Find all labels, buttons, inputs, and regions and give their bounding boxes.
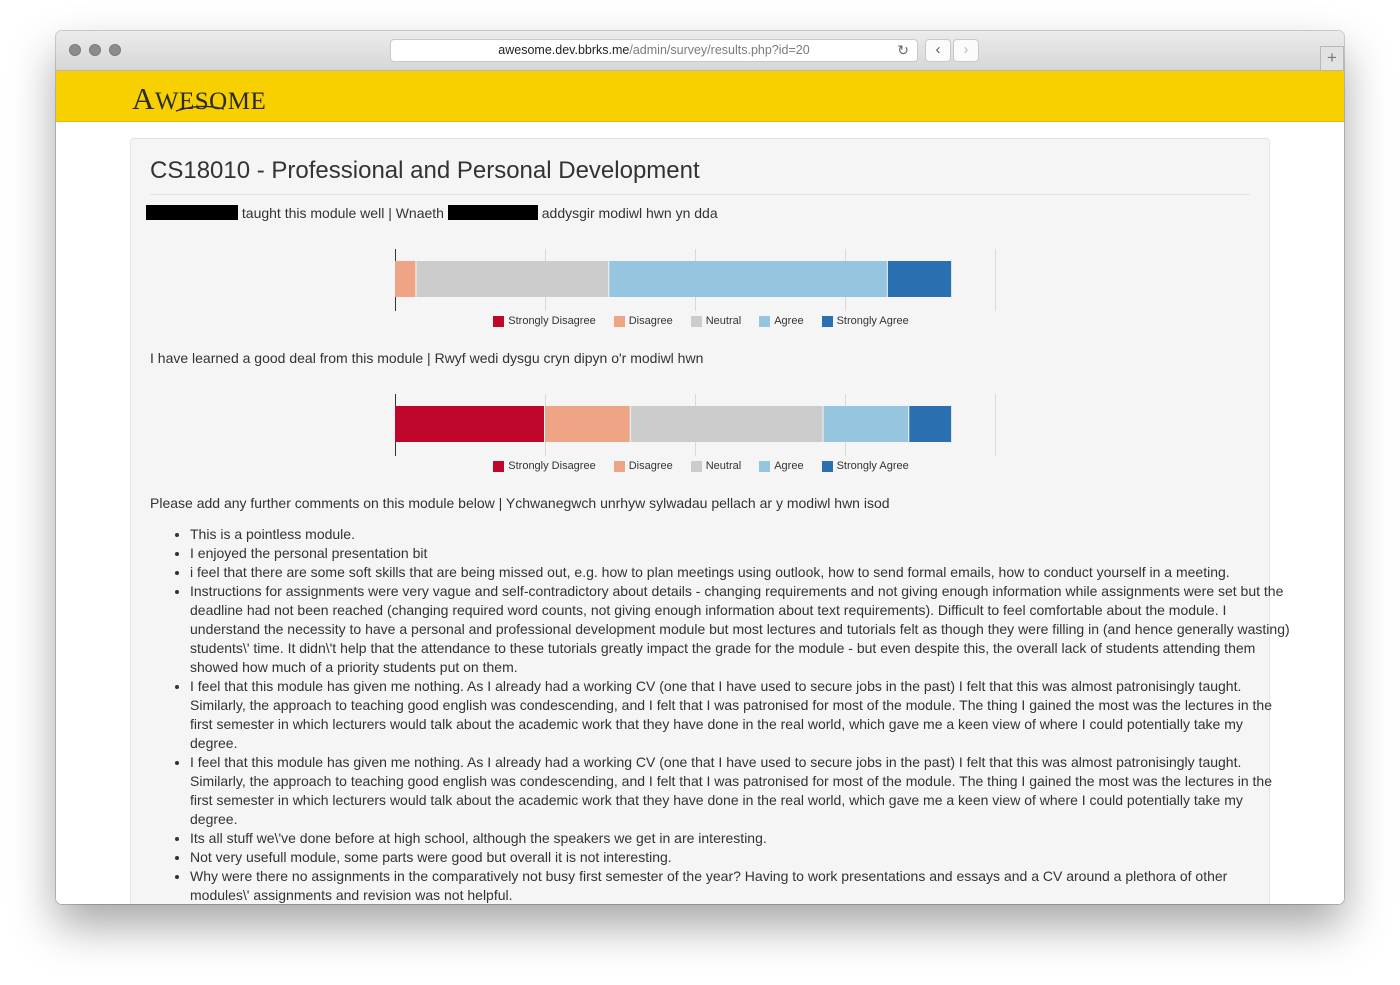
bar-segment-neutral[interactable] (630, 406, 823, 442)
comment-item: Why were there no assignments in the com… (190, 867, 1290, 904)
url-path: /admin/survey/results.php?id=20 (629, 43, 810, 57)
legend-label: Disagree (628, 460, 673, 472)
legend-swatch (613, 460, 625, 472)
site-header: AWESOME (56, 71, 1344, 122)
legend-swatch (821, 315, 833, 327)
reload-icon[interactable]: ↻ (897, 40, 909, 61)
legend-label: Strongly Agree (836, 460, 909, 472)
url-host: awesome.dev.bbrks.me (498, 43, 630, 57)
question-1-label: taught this module well | Wnaeth addysgi… (146, 205, 718, 221)
chart-1-legend: Strongly Disagree Disagree Neutral Agree Str… (491, 315, 911, 327)
legend-label: Agree (774, 460, 804, 472)
legend-label: Agree (774, 315, 804, 327)
legend-item: Neutral (690, 460, 742, 472)
legend-label: Neutral (705, 460, 742, 472)
comment-item: I feel that this module has given me not… (190, 753, 1290, 829)
address-bar[interactable]: awesome.dev.bbrks.me/admin/survey/result… (390, 39, 918, 62)
redacted-name (447, 205, 538, 220)
bar-segment-neutral[interactable] (416, 261, 609, 297)
bar-segment-agree[interactable] (823, 406, 909, 442)
browser-window: awesome.dev.bbrks.me/admin/survey/result… (56, 31, 1344, 904)
comment-item: This is a pointless module. (190, 525, 1290, 544)
chart-question-2: Strongly Disagree Disagree Neutral Agree Str… (395, 394, 1005, 484)
comment-item: Instructions for assignments were very v… (190, 582, 1290, 677)
chart-2-plot (395, 394, 996, 456)
legend-swatch (690, 315, 702, 327)
legend-label: Neutral (705, 315, 742, 327)
forward-button[interactable]: › (953, 39, 979, 62)
bar-segment-agree[interactable] (609, 261, 887, 297)
legend-item: Strongly Agree (821, 460, 909, 472)
legend-item: Strongly Disagree (493, 315, 596, 327)
chart-1-plot (395, 249, 996, 311)
legend-label: Disagree (628, 315, 673, 327)
close-window-button[interactable] (69, 44, 81, 56)
legend-item: Strongly Disagree (493, 460, 596, 472)
legend-swatch (759, 315, 771, 327)
legend-item: Agree (759, 315, 804, 327)
comments-list: This is a pointless module.I enjoyed the… (150, 525, 1290, 904)
legend-label: Strongly Disagree (508, 315, 596, 327)
comment-item: I feel that this module has given me not… (190, 677, 1290, 753)
legend-item: Disagree (613, 460, 673, 472)
bar-segment-strongly-agree[interactable] (909, 406, 952, 442)
legend-swatch (821, 460, 833, 472)
legend-label: Strongly Disagree (508, 460, 596, 472)
page-title: CS18010 - Professional and Personal Deve… (150, 157, 700, 184)
bar-segment-disagree[interactable] (395, 261, 416, 297)
question-3-label: Please add any further comments on this … (150, 495, 890, 511)
comment-item: Its all stuff we\'ve done before at high… (190, 829, 1290, 848)
chart-2-legend: Strongly Disagree Disagree Neutral Agree Str… (491, 460, 911, 472)
redacted-name (146, 205, 238, 220)
legend-item: Strongly Agree (821, 315, 909, 327)
legend-swatch (493, 460, 505, 472)
bar-segment-strongly-agree[interactable] (887, 261, 952, 297)
logo-swoosh-icon (175, 105, 225, 112)
chevron-right-icon: › (963, 41, 969, 58)
browser-titlebar: awesome.dev.bbrks.me/admin/survey/result… (56, 31, 1344, 71)
comment-item: i feel that there are some soft skills t… (190, 563, 1290, 582)
legend-item: Neutral (690, 315, 742, 327)
title-divider (150, 194, 1250, 195)
chart-question-1: Strongly Disagree Disagree Neutral Agree Str… (395, 249, 1005, 339)
page-content: CS18010 - Professional and Personal Deve… (56, 122, 1344, 904)
bar-segment-disagree[interactable] (545, 406, 630, 442)
comment-item: I enjoyed the personal presentation bit (190, 544, 1290, 563)
legend-item: Agree (759, 460, 804, 472)
legend-item: Disagree (613, 315, 673, 327)
comment-item: Not very usefull module, some parts were… (190, 848, 1290, 867)
bar-segment-strongly-disagree[interactable] (395, 406, 544, 442)
chevron-left-icon: ‹ (935, 41, 941, 58)
minimize-window-button[interactable] (89, 44, 101, 56)
zoom-window-button[interactable] (109, 44, 121, 56)
back-button[interactable]: ‹ (925, 39, 951, 62)
legend-swatch (613, 315, 625, 327)
new-tab-button[interactable]: + (1320, 46, 1344, 70)
legend-swatch (493, 315, 505, 327)
legend-swatch (690, 460, 702, 472)
question-2-label: I have learned a good deal from this mod… (150, 350, 704, 366)
results-panel: CS18010 - Professional and Personal Deve… (130, 138, 1290, 904)
plus-icon: + (1327, 48, 1337, 67)
legend-swatch (759, 460, 771, 472)
legend-label: Strongly Agree (836, 315, 909, 327)
